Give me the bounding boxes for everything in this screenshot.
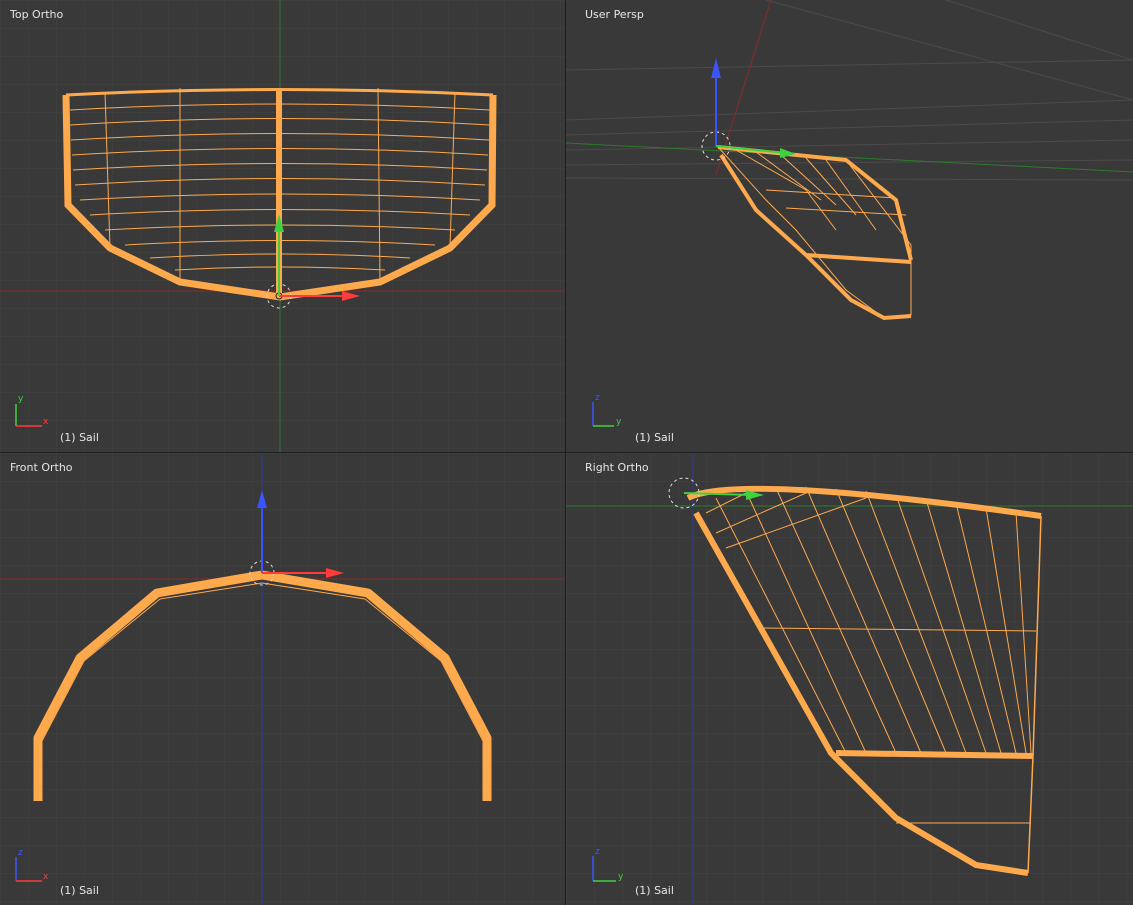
active-object-label: (1) Sail xyxy=(60,431,99,444)
axis-label-y: y xyxy=(616,417,622,427)
viewport-title: Top Ortho xyxy=(10,8,64,21)
viewport-user-persp[interactable]: z y User Persp (1) Sail xyxy=(566,0,1133,452)
sail-mesh[interactable] xyxy=(716,145,913,321)
axis-label-z: z xyxy=(18,848,23,858)
viewport-top-ortho[interactable]: y x Top Ortho (1) Sail xyxy=(0,0,565,452)
axis-label-y: y xyxy=(18,394,24,404)
viewport-title: User Persp xyxy=(585,8,644,21)
axis-label-y: y xyxy=(618,872,624,882)
viewport-canvas[interactable]: y x xyxy=(0,0,565,452)
viewport-front-ortho[interactable]: z x Front Ortho (1) Sail xyxy=(0,453,565,905)
active-object-label: (1) Sail xyxy=(635,431,674,444)
viewport-split-horizontal[interactable] xyxy=(0,452,1133,453)
viewport-right-ortho[interactable]: z y Right Ortho (1) Sail xyxy=(566,453,1133,905)
active-object-label: (1) Sail xyxy=(635,884,674,897)
viewport-canvas[interactable]: z y xyxy=(566,453,1133,905)
axis-label-x: x xyxy=(43,417,49,427)
axis-label-z: z xyxy=(595,847,600,857)
active-object-label: (1) Sail xyxy=(60,884,99,897)
viewport-canvas[interactable]: z x xyxy=(0,453,565,905)
axis-widget: z y xyxy=(592,393,622,427)
axis-label-z: z xyxy=(595,393,600,403)
transform-gizmo[interactable] xyxy=(701,58,796,161)
viewport-title: Right Ortho xyxy=(585,461,649,474)
viewport-canvas[interactable]: z y xyxy=(566,0,1133,452)
axis-label-x: x xyxy=(43,872,49,882)
viewport-title: Front Ortho xyxy=(10,461,73,474)
